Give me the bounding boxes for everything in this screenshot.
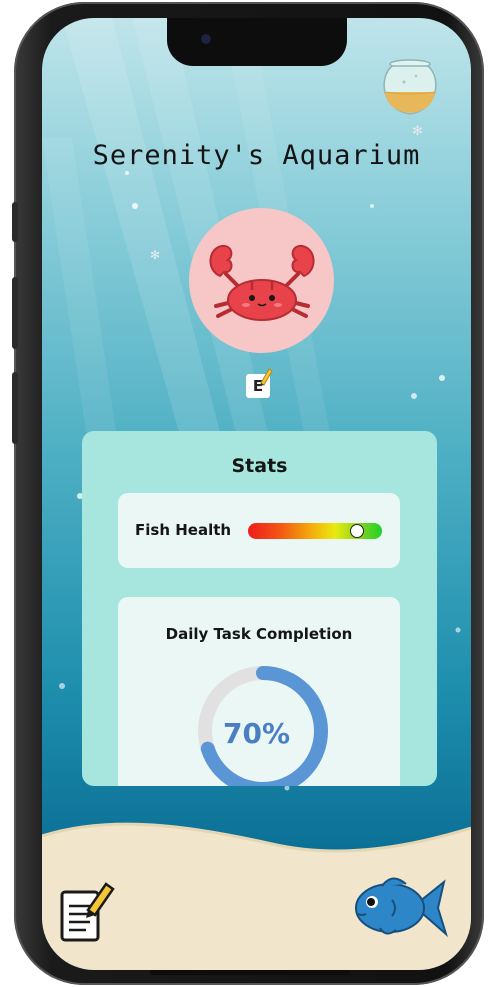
sparkle-icon: ✻ (150, 248, 161, 262)
pencil-icon (260, 368, 273, 386)
mute-switch (12, 202, 18, 242)
daily-task-percent: 70% (223, 717, 291, 750)
fish-health-label: Fish Health (135, 521, 232, 539)
camera (201, 34, 211, 44)
fish-icon[interactable] (352, 870, 448, 944)
fishbowl-icon[interactable] (380, 58, 440, 120)
notes-icon[interactable] (58, 880, 118, 954)
daily-task-label: Daily Task Completion (165, 625, 353, 643)
volume-down-button (12, 372, 18, 444)
daily-task-panel: Daily Task Completion 70% (118, 597, 400, 786)
crab-icon (209, 244, 314, 321)
app-screen: ✻ ✻ Serenity's Aquarium E Stats Fish Hea… (42, 18, 471, 970)
page-title: Serenity's Aquarium (92, 140, 421, 171)
stats-title: Stats (231, 455, 288, 477)
home-indicator (150, 970, 350, 975)
avatar-crab[interactable] (189, 208, 334, 353)
fish-health-indicator (350, 524, 364, 538)
notch (167, 18, 347, 66)
volume-up-button (12, 277, 18, 349)
settings-gear-icon[interactable]: ✻ (412, 124, 423, 139)
fish-health-panel: Fish Health (118, 493, 400, 568)
stats-card: Stats Fish Health Daily Task Completion … (82, 431, 437, 786)
edit-avatar-button[interactable]: E (246, 368, 273, 398)
fish-health-bar (248, 523, 382, 539)
